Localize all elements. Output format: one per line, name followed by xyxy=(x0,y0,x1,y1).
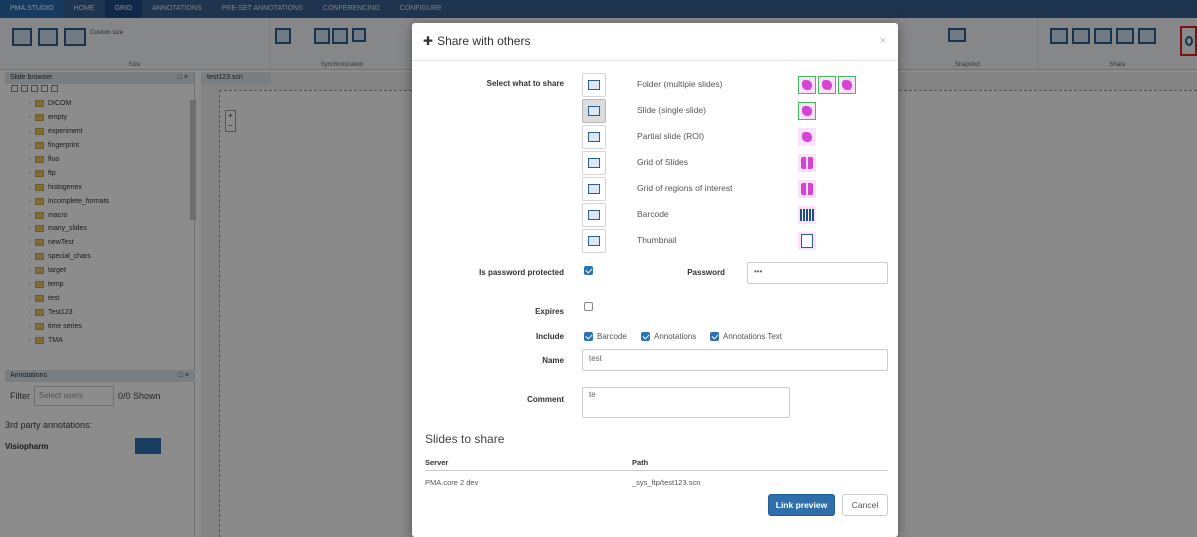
share-option-label: Slide (single slide) xyxy=(637,105,706,115)
slide-icon xyxy=(588,106,600,116)
share-option-preview xyxy=(798,177,816,201)
share-option-label: Grid of regions of interest xyxy=(637,183,733,193)
share-option-row[interactable]: Partial slide (ROI) xyxy=(582,125,882,151)
grid-roi-option-button[interactable] xyxy=(582,177,606,201)
dialog-header: ✚ Share with others × xyxy=(412,23,898,61)
share-option-row[interactable]: Barcode xyxy=(582,203,882,229)
share-option-row[interactable]: Thumbnail xyxy=(582,229,882,255)
folder-option-button[interactable] xyxy=(582,73,606,97)
share-option-label: Partial slide (ROI) xyxy=(637,131,705,141)
share-option-label: Grid of Slides xyxy=(637,157,689,167)
password-protected-checkbox[interactable] xyxy=(584,266,593,275)
path-column-header: Path xyxy=(632,458,649,467)
preview-thumbnail-icon xyxy=(798,154,816,172)
share-option-row[interactable]: Folder (multiple slides) xyxy=(582,73,882,99)
include-annotations-text-checkbox[interactable] xyxy=(710,332,719,341)
comment-textarea[interactable]: te xyxy=(582,387,790,418)
barcode-option-button[interactable] xyxy=(582,203,606,227)
roi-option-button[interactable] xyxy=(582,125,606,149)
path-cell: _sys_ftp/test123.scn xyxy=(632,478,701,487)
include-barcode-checkbox[interactable] xyxy=(584,332,593,341)
comment-label: Comment xyxy=(527,395,564,404)
slide-option-button[interactable] xyxy=(582,99,606,123)
password-label: Password xyxy=(687,268,725,277)
include-annotations-label: Annotations xyxy=(654,332,697,341)
table-row: PMA.core 2 dev _sys_ftp/test123.scn xyxy=(425,475,888,489)
preview-thumbnail-icon xyxy=(798,128,816,146)
move-icon: ✚ xyxy=(423,34,434,48)
preview-thumbnail-icon xyxy=(798,180,816,198)
grid-roi-icon xyxy=(588,184,600,194)
share-option-label: Folder (multiple slides) xyxy=(637,79,723,89)
name-label: Name xyxy=(542,356,564,365)
close-button[interactable]: × xyxy=(880,35,886,47)
thumbnail-option-button[interactable] xyxy=(582,229,606,253)
password-protected-label: Is password protected xyxy=(479,268,564,277)
grid-slides-option-button[interactable] xyxy=(582,151,606,175)
preview-thumbnail-icon xyxy=(798,76,816,94)
preview-thumbnail-icon xyxy=(798,232,816,250)
dialog-title: ✚ Share with others xyxy=(423,34,530,48)
barcode-icon xyxy=(588,210,600,220)
share-option-label: Barcode xyxy=(637,209,669,219)
cancel-button[interactable]: Cancel xyxy=(842,494,888,516)
slides-to-share-title: Slides to share xyxy=(425,432,505,446)
share-option-preview xyxy=(798,73,856,97)
expires-checkbox[interactable] xyxy=(584,302,593,311)
dialog-title-text: Share with others xyxy=(437,34,531,48)
preview-thumbnail-icon xyxy=(838,76,856,94)
share-option-preview xyxy=(798,99,816,123)
share-option-preview xyxy=(798,203,816,227)
grid-slides-icon xyxy=(588,158,600,168)
preview-thumbnail-icon xyxy=(798,206,816,224)
share-option-preview xyxy=(798,125,816,149)
server-cell: PMA.core 2 dev xyxy=(425,478,479,487)
include-label: Include xyxy=(535,332,564,341)
share-option-row[interactable]: Grid of Slides xyxy=(582,151,882,177)
include-annotations-text-label: Annotations Text xyxy=(723,332,783,341)
roi-icon xyxy=(588,132,600,142)
thumbnail-icon xyxy=(588,236,600,246)
share-option-row[interactable]: Grid of regions of interest xyxy=(582,177,882,203)
include-barcode-label: Barcode xyxy=(597,332,627,341)
expires-label: Expires xyxy=(535,307,564,316)
share-option-preview xyxy=(798,229,816,253)
name-field[interactable]: test xyxy=(582,349,888,371)
slides-table-header: Server Path xyxy=(425,455,888,471)
share-option-label: Thumbnail xyxy=(637,235,677,245)
password-field[interactable]: ••• xyxy=(747,262,888,284)
link-preview-button[interactable]: Link preview xyxy=(768,494,835,516)
share-option-row[interactable]: Slide (single slide) xyxy=(582,99,882,125)
preview-thumbnail-icon xyxy=(798,102,816,120)
share-dialog: ✚ Share with others × Select what to sha… xyxy=(412,23,898,537)
share-option-preview xyxy=(798,151,816,175)
select-what-label: Select what to share xyxy=(486,79,564,88)
preview-thumbnail-icon xyxy=(818,76,836,94)
include-annotations-checkbox[interactable] xyxy=(641,332,650,341)
folder-icon xyxy=(588,80,600,90)
server-column-header: Server xyxy=(425,458,449,467)
